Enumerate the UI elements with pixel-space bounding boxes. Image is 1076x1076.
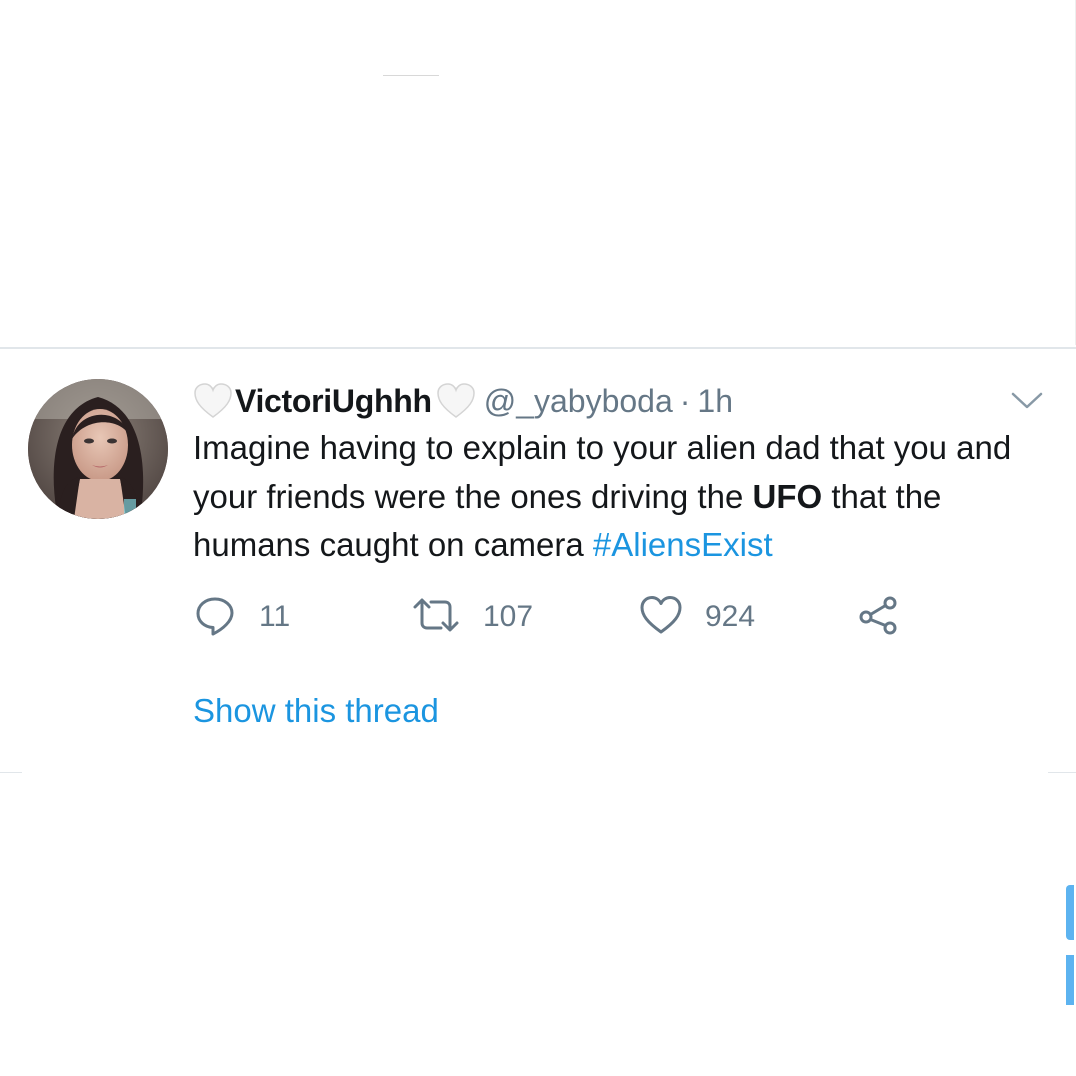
tweet-text: Imagine having to explain to your alien … [193,424,1053,570]
tweet-divider-top [0,347,1076,349]
share-button[interactable] [857,592,901,642]
white-heart-icon [193,382,233,420]
faint-line [383,75,439,76]
retweet-button[interactable]: 107 [411,592,533,642]
like-heart-icon [639,593,683,642]
retweet-count: 107 [483,600,534,633]
show-thread-link[interactable]: Show this thread [193,692,439,730]
tweet-screenshot: VictoriUghhh @_yabyboda · 1h Imagine hav… [0,0,1076,1076]
white-heart-icon [436,382,476,420]
reply-count: 11 [259,600,291,633]
reply-icon [193,593,237,642]
edge-decoration [1064,885,1074,1005]
user-handle[interactable]: @_yabyboda [484,383,673,420]
share-icon [857,593,901,642]
avatar[interactable] [28,379,168,519]
hashtag-link[interactable]: #AliensExist [593,526,773,563]
tweet-header: VictoriUghhh @_yabyboda · 1h [193,378,733,424]
retweet-icon [411,593,461,642]
like-button[interactable]: 924 [639,592,755,642]
tweet-divider-bottom-left [0,772,22,773]
timestamp[interactable]: 1h [697,383,733,420]
reply-button[interactable]: 11 [193,592,290,642]
separator-dot: · [679,382,691,419]
like-count: 924 [705,600,756,633]
tweet-actions: 11 107 924 [193,592,913,642]
display-name[interactable]: VictoriUghhh [235,383,432,420]
tweet-text-bold: UFO [752,477,823,515]
chevron-down-icon[interactable] [1010,390,1044,412]
tweet-divider-bottom-right [1048,772,1076,773]
